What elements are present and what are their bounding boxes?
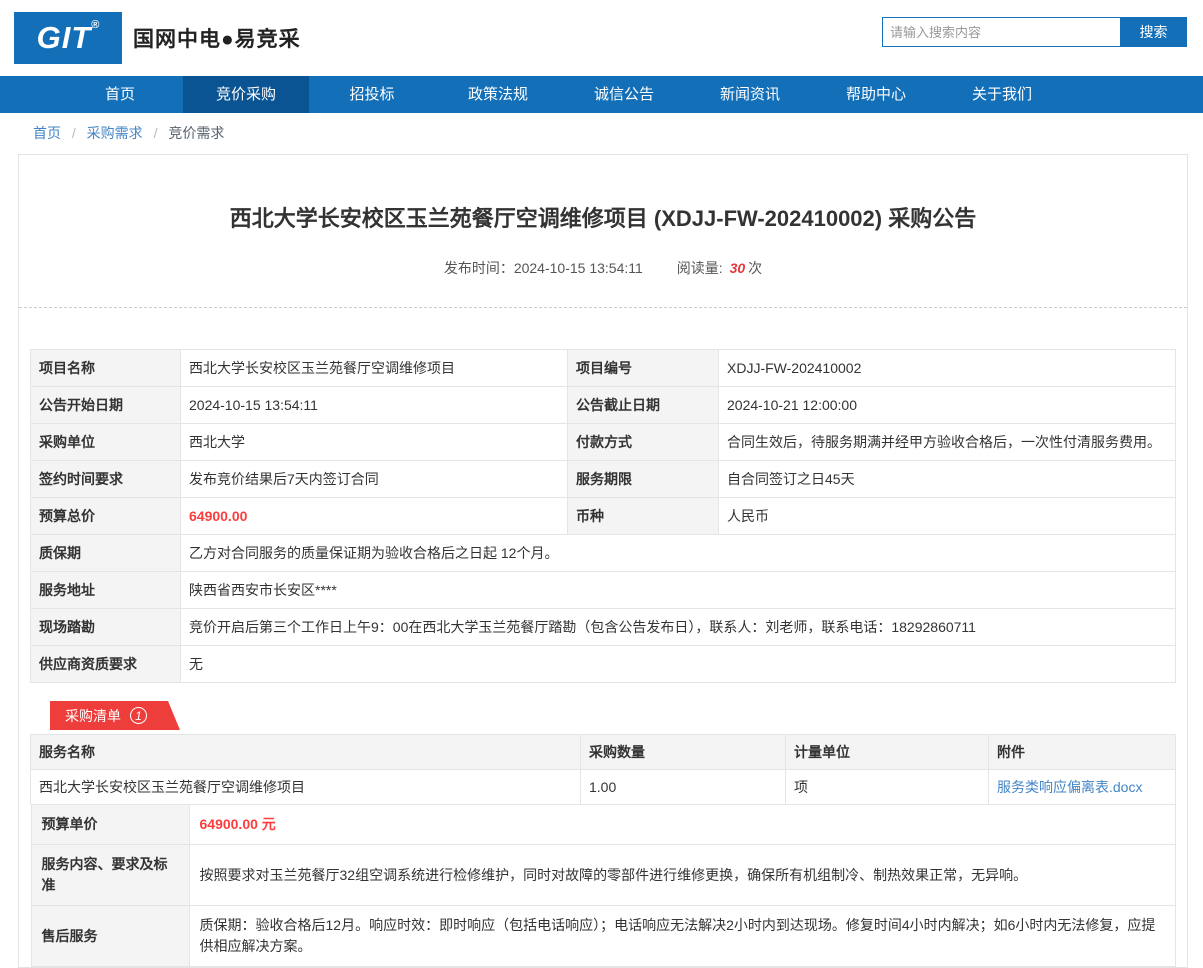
table-row: 采购单位 西北大学 付款方式 合同生效后，待服务期满并经甲方验收合格后，一次性付… [30,423,1176,461]
column-header-unit: 计量单位 [785,734,989,770]
info-value: 西北大学 [180,423,568,461]
info-label: 质保期 [30,534,181,572]
site-logo[interactable]: GIT ® [14,12,122,64]
budget-total-price: 64900.00 [180,497,568,535]
nav-item-policies[interactable]: 政策法规 [435,76,561,113]
detail-label: 售后服务 [30,905,190,967]
info-label: 项目名称 [30,349,181,387]
detail-value: 按照要求对玉兰苑餐厅32组空调系统进行检修维护，同时对故障的零部件进行维修更换，… [188,844,1176,906]
main-nav: 首页 竞价采购 招投标 政策法规 诚信公告 新闻资讯 帮助中心 关于我们 [0,76,1203,113]
table-row: 项目名称 西北大学长安校区玉兰苑餐厅空调维修项目 项目编号 XDJJ-FW-20… [30,349,1176,387]
table-row: 服务地址 陕西省西安市长安区**** [30,571,1176,609]
breadcrumb: 首页 / 采购需求 / 竞价需求 [0,113,1203,154]
info-value: 合同生效后，待服务期满并经甲方验收合格后，一次性付清服务费用。 [718,423,1176,461]
table-row: 质保期 乙方对合同服务的质量保证期为验收合格后之日起 12个月。 [30,534,1176,572]
attachment-link[interactable]: 服务类响应偏离表.docx [997,779,1142,795]
table-row: 服务内容、要求及标准 按照要求对玉兰苑餐厅32组空调系统进行检修维护，同时对故障… [30,844,1176,906]
info-label: 服务期限 [567,460,719,498]
table-row: 预算总价 64900.00 币种 人民币 [30,497,1176,535]
announcement-title-block: 西北大学长安校区玉兰苑餐厅空调维修项目 (XDJJ-FW-202410002) … [19,155,1187,308]
logo-text: GIT [36,20,92,55]
info-label: 预算总价 [30,497,181,535]
budget-unit-price: 64900.00 元 [188,804,1176,845]
info-label: 供应商资质要求 [30,645,181,683]
table-row: 签约时间要求 发布竞价结果后7天内签订合同 服务期限 自合同签订之日45天 [30,460,1176,498]
table-row: 预算单价 64900.00 元 [30,804,1176,845]
count-badge: 1 [130,707,147,724]
info-label: 签约时间要求 [30,460,181,498]
column-header-quantity: 采购数量 [580,734,786,770]
breadcrumb-separator: / [153,125,158,141]
nav-item-home[interactable]: 首页 [57,76,183,113]
column-header-attachment: 附件 [988,734,1176,770]
nav-item-integrity-notice[interactable]: 诚信公告 [561,76,687,113]
info-label: 采购单位 [30,423,181,461]
info-value: 陕西省西安市长安区**** [180,571,1176,609]
info-label: 服务地址 [30,571,181,609]
detail-value: 质保期：验收合格后12月。响应时效：即时响应（包括电话响应）；电话响应无法解决2… [188,905,1176,967]
nav-item-help-center[interactable]: 帮助中心 [813,76,939,113]
table-row: 售后服务 质保期：验收合格后12月。响应时效：即时响应（包括电话响应）；电话响应… [30,905,1176,967]
purchase-list-tab: 采购清单 1 [50,701,180,730]
info-value: 乙方对合同服务的质量保证期为验收合格后之日起 12个月。 [180,534,1176,572]
table-header-row: 服务名称 采购数量 计量单位 附件 [30,734,1176,770]
info-value: 2024-10-15 13:54:11 [180,386,568,424]
views-unit: 次 [748,260,763,276]
site-header: GIT ® 国网中电●易竞采 搜索 [0,0,1203,76]
breadcrumb-current: 竞价需求 [168,125,225,141]
info-label: 项目编号 [567,349,719,387]
purchase-detail-table: 预算单价 64900.00 元 服务内容、要求及标准 按照要求对玉兰苑餐厅32组… [30,804,1176,967]
info-label: 公告开始日期 [30,386,181,424]
table-row: 西北大学长安校区玉兰苑餐厅空调维修项目 1.00 项 服务类响应偏离表.docx [30,769,1176,805]
unit-cell: 项 [785,769,989,805]
nav-item-news[interactable]: 新闻资讯 [687,76,813,113]
breadcrumb-home[interactable]: 首页 [33,125,61,141]
publish-time-value: 2024-10-15 13:54:11 [513,260,643,276]
info-label: 现场踏勘 [30,608,181,646]
search-button[interactable]: 搜索 [1120,17,1187,47]
info-value: 发布竞价结果后7天内签订合同 [180,460,568,498]
info-value: 人民币 [718,497,1176,535]
table-row: 公告开始日期 2024-10-15 13:54:11 公告截止日期 2024-1… [30,386,1176,424]
detail-label: 服务内容、要求及标准 [30,844,190,906]
page-title: 西北大学长安校区玉兰苑餐厅空调维修项目 (XDJJ-FW-202410002) … [229,206,977,231]
brand-title: 国网中电●易竞采 [133,28,301,51]
views-label: 阅读量: [676,260,723,276]
purchase-list-table: 服务名称 采购数量 计量单位 附件 西北大学长安校区玉兰苑餐厅空调维修项目 1.… [30,734,1176,805]
table-row: 供应商资质要求 无 [30,645,1176,683]
info-value: 自合同签订之日45天 [718,460,1176,498]
views-count: 30 [729,260,746,276]
info-value: 竞价开启后第三个工作日上午9：00在西北大学玉兰苑餐厅踏勘（包含公告发布日），联… [180,608,1176,646]
search-input[interactable] [882,17,1120,47]
announcement-meta: 发布时间：2024-10-15 13:54:11 阅读量: 30 次 [19,258,1187,307]
info-label: 币种 [567,497,719,535]
info-label: 付款方式 [567,423,719,461]
breadcrumb-purchase-demand[interactable]: 采购需求 [87,125,143,141]
project-info-table: 项目名称 西北大学长安校区玉兰苑餐厅空调维修项目 项目编号 XDJJ-FW-20… [30,349,1176,683]
quantity-cell: 1.00 [580,769,786,805]
column-header-service-name: 服务名称 [30,734,581,770]
table-row: 现场踏勘 竞价开启后第三个工作日上午9：00在西北大学玉兰苑餐厅踏勘（包含公告发… [30,608,1176,646]
detail-label: 预算单价 [30,804,190,845]
search-bar: 搜索 [882,17,1187,47]
nav-item-about-us[interactable]: 关于我们 [939,76,1065,113]
purchase-list-tab-label: 采购清单 [65,707,121,724]
nav-item-bidding-purchase[interactable]: 竞价采购 [183,76,309,113]
info-value: 2024-10-21 12:00:00 [718,386,1176,424]
info-label: 公告截止日期 [567,386,719,424]
nav-item-tender[interactable]: 招投标 [309,76,435,113]
info-value: 西北大学长安校区玉兰苑餐厅空调维修项目 [180,349,568,387]
info-value: XDJJ-FW-202410002 [718,349,1176,387]
announcement-card: 西北大学长安校区玉兰苑餐厅空调维修项目 (XDJJ-FW-202410002) … [18,154,1188,968]
info-value: 无 [180,645,1176,683]
registered-trademark-icon: ® [91,19,100,31]
service-name-cell: 西北大学长安校区玉兰苑餐厅空调维修项目 [30,769,581,805]
publish-time-label: 发布时间： [443,260,514,276]
breadcrumb-separator: / [71,125,76,141]
